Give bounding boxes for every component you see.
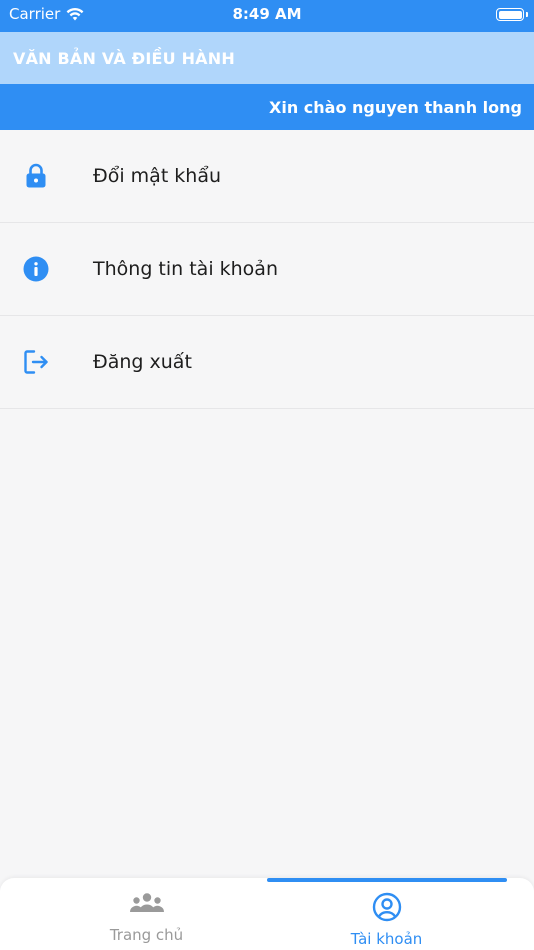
info-icon — [23, 256, 49, 282]
logout-icon — [23, 349, 49, 375]
lock-icon — [23, 163, 49, 189]
tab-home[interactable]: Trang chủ — [13, 892, 280, 944]
battery-icon — [496, 8, 524, 21]
tab-home-label: Trang chủ — [109, 926, 184, 944]
app-header: VĂN BẢN VÀ ĐIỀU HÀNH — [0, 32, 534, 84]
menu-item-account-info[interactable]: Thông tin tài khoản — [0, 223, 534, 316]
app-title: VĂN BẢN VÀ ĐIỀU HÀNH — [13, 48, 235, 68]
menu-item-label: Đăng xuất — [93, 351, 192, 373]
menu-item-label: Đổi mật khẩu — [93, 165, 222, 187]
greeting-text: Xin chào nguyen thanh long — [269, 97, 522, 117]
people-icon — [129, 892, 165, 918]
status-bar: Carrier 8:49 AM — [0, 0, 534, 32]
active-tab-indicator — [267, 878, 507, 882]
tab-account[interactable]: Tài khoản — [253, 892, 520, 948]
user-circle-icon — [372, 892, 402, 926]
greeting-bar: Xin chào nguyen thanh long — [0, 84, 534, 130]
status-time: 8:49 AM — [232, 5, 302, 23]
menu-item-logout[interactable]: Đăng xuất — [0, 316, 534, 409]
account-menu: Đổi mật khẩu Thông tin tài khoản Đăng xu… — [0, 130, 534, 409]
battery-cap — [526, 12, 528, 17]
tab-bar: Trang chủ Tài khoản — [0, 878, 534, 950]
tab-account-label: Tài khoản — [350, 930, 423, 948]
menu-item-change-password[interactable]: Đổi mật khẩu — [0, 130, 534, 223]
menu-item-label: Thông tin tài khoản — [93, 258, 278, 280]
